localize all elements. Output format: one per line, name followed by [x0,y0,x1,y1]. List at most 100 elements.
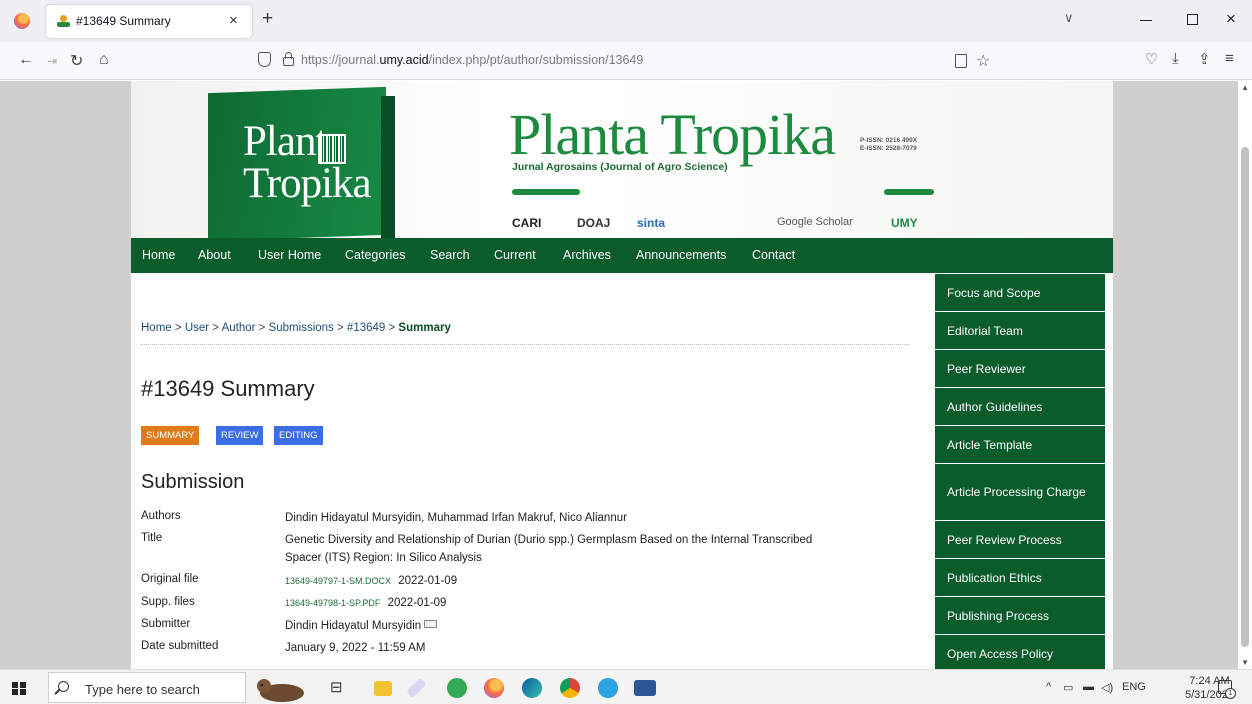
sidebar-item-author-guidelines[interactable]: Author Guidelines [935,388,1105,426]
reload-icon[interactable]: ↻ [70,51,83,71]
submitter-value: Dindin Hidayatul Mursyidin [285,620,422,632]
network-icon[interactable]: ▭ [1063,681,1073,694]
bookmark-star-icon[interactable]: ☆ [976,51,990,71]
email-icon[interactable] [424,620,438,628]
authors-label: Authors [141,510,181,522]
breadcrumb-separator: > [174,322,182,334]
tracking-shield-icon[interactable] [258,52,271,67]
sidebar-item-article-processing-charge[interactable]: Article Processing Charge [935,464,1105,521]
url-path: /index.php/pt/author/submission/13649 [428,53,644,67]
page-viewport: Planta Tropika Planta Tropika P-ISSN: 02… [0,81,1252,669]
menu-home[interactable]: Home [142,248,175,262]
url-prefix: https://journal. [301,53,380,67]
journal-subtitle: Jurnal Agrosains (Journal of Agro Scienc… [512,161,728,173]
issn-print: P-ISSN: 0216 499X [860,137,918,144]
sidebar-item-focus-and-scope[interactable]: Focus and Scope [935,274,1105,312]
scroll-up-arrow-icon[interactable]: ▲ [1241,83,1249,92]
menu-search[interactable]: Search [430,248,470,262]
url-host: umy.acid [379,53,429,67]
menu-user-home[interactable]: User Home [258,248,321,262]
original-file-link[interactable]: 13649-49797-1-SM.DOCX [285,576,391,586]
lock-icon[interactable] [283,52,294,66]
otter-search-highlight-icon[interactable] [252,673,310,703]
firefox-taskbar-icon[interactable] [484,678,504,698]
language-indicator[interactable]: ENG [1122,681,1146,693]
sidebar-item-article-template[interactable]: Article Template [935,426,1105,464]
sidebar-item-publishing-process[interactable]: Publishing Process [935,597,1105,635]
supp-file-link[interactable]: 13649-49798-1-SP.PDF [285,598,380,608]
journal-logo-title: Planta Tropika [509,102,836,167]
tab-summary[interactable]: SUMMARY [141,426,200,445]
paint-icon[interactable] [406,677,427,699]
issn-online: E-ISSN: 2528-7079 [860,145,917,152]
menu-announcements[interactable]: Announcements [636,248,726,262]
breadcrumb-user[interactable]: User [185,322,209,334]
title-value: Genetic Diversity and Relationship of Du… [285,531,812,567]
new-tab-button[interactable]: + [262,8,273,30]
menu-contact[interactable]: Contact [752,248,795,262]
breadcrumb-home[interactable]: Home [141,322,172,334]
chrome-icon[interactable] [560,678,580,698]
taskbar-search-placeholder: Type here to search [85,682,200,697]
sidebar-item-peer-reviewer[interactable]: Peer Reviewer [935,350,1105,388]
restore-window-button[interactable] [1187,14,1198,25]
file-explorer-icon[interactable] [374,681,392,696]
windows-start-icon[interactable] [12,682,26,695]
breadcrumb-submission-id[interactable]: #13649 [347,322,385,334]
doaj-logo: DOAJ [577,216,611,230]
home-icon[interactable]: ⌂ [99,51,109,69]
scrollbar-thumb[interactable] [1241,147,1249,647]
address-bar[interactable]: https://journal.umy.acid/index.php/pt/au… [228,46,1024,76]
breadcrumb-submissions[interactable]: Submissions [269,322,334,334]
issn-block: P-ISSN: 0216 499X E-ISSN: 2528-7079 [860,137,917,153]
taskbar-search-box[interactable]: Type here to search [48,672,246,703]
breadcrumb-separator: > [337,322,344,334]
menu-about[interactable]: About [198,248,231,262]
cover-title: Planta Tropika [243,120,372,205]
umy-logo: UMY [891,216,918,230]
tray-overflow-icon[interactable]: ^ [1046,681,1051,693]
menu-hamburger-icon[interactable]: ≡ [1225,50,1234,67]
word-icon[interactable] [634,680,656,696]
list-all-tabs-button[interactable]: ∨ [1064,10,1074,26]
volume-icon[interactable]: ◁) [1101,681,1113,694]
battery-icon[interactable]: ▬ [1083,681,1094,693]
pocket-icon[interactable]: ♡ [1145,50,1158,68]
main-content: Home > User > Author > Submissions > #13… [131,273,935,669]
sidebar-item-editorial-team[interactable]: Editorial Team [935,312,1105,350]
menu-current[interactable]: Current [494,248,536,262]
tab-review[interactable]: REVIEW [216,426,264,445]
breadcrumb-current: Summary [398,322,451,334]
tab-editing[interactable]: EDITING [274,426,323,445]
indexing-label-pill [512,189,580,195]
sidebar-toggle-icon[interactable]: ⇥ [47,54,57,68]
close-window-button[interactable]: × [1226,9,1236,29]
url-text[interactable]: https://journal.umy.acid/index.php/pt/au… [301,53,643,67]
submitter-label: Submitter [141,618,191,630]
breadcrumb-author[interactable]: Author [222,322,256,334]
scroll-down-arrow-icon[interactable]: ▼ [1241,658,1249,667]
sinta-logo: sinta [637,216,666,230]
browser-tab[interactable]: #13649 Summary × [46,5,252,38]
app-g-icon[interactable] [447,678,467,698]
browser-toolbar: ← ⇥ ↻ ⌂ https://journal.umy.acid/index.p… [0,42,1252,80]
edge-icon[interactable] [522,678,542,698]
telegram-icon[interactable] [598,678,618,698]
sidebar-item-open-access-policy[interactable]: Open Access Policy [935,635,1105,669]
downloads-icon[interactable]: ⤓ [1172,50,1179,67]
back-arrow-icon[interactable]: ← [18,51,34,69]
menu-archives[interactable]: Archives [563,248,611,262]
breadcrumb-separator: > [388,322,396,334]
sidebar-item-publication-ethics[interactable]: Publication Ethics [935,559,1105,597]
sidebar: Focus and Scope Editorial Team Peer Revi… [935,273,1113,669]
share-icon[interactable]: ⇪ [1198,50,1211,68]
task-view-icon[interactable]: ⊟ [330,678,350,698]
tab-close-icon[interactable]: × [229,12,238,29]
reader-view-icon[interactable] [955,54,967,68]
journal-cover-spine [381,96,395,238]
menu-categories[interactable]: Categories [345,248,405,262]
sidebar-item-peer-review-process[interactable]: Peer Review Process [935,521,1105,559]
breadcrumb-separator: > [212,322,220,334]
page-scrollbar[interactable]: ▲ ▼ [1238,81,1252,669]
minimize-window-button[interactable] [1140,20,1152,21]
